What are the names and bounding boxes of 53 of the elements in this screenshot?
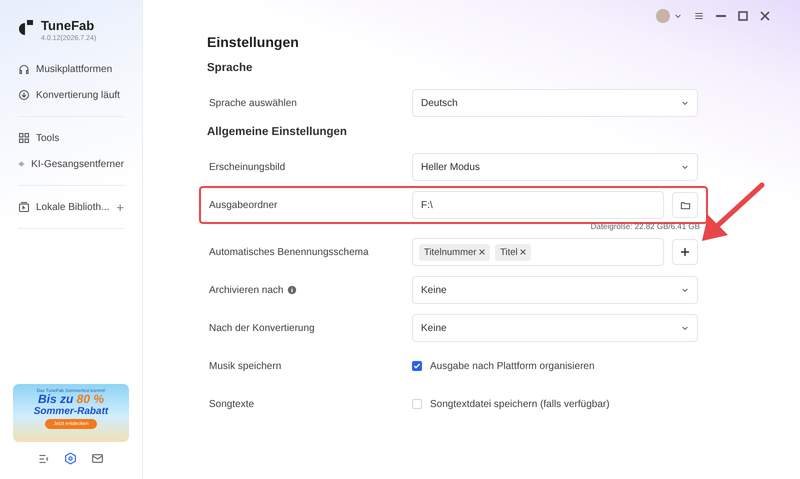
banner-headline: Bis zu 80 % <box>38 393 104 406</box>
download-icon <box>18 89 30 101</box>
mail-icon[interactable] <box>91 452 104 465</box>
section-title: Sprache <box>207 62 254 74</box>
tag-chip[interactable]: Titelnummer <box>419 244 490 260</box>
file-size-note: Dateigröße: 22.82 GB/6.41 GB <box>590 222 700 231</box>
sidebar-item[interactable]: Tools <box>18 125 124 151</box>
chevron-down-icon <box>681 286 689 294</box>
dropdown[interactable]: Heller Modus <box>412 153 698 181</box>
browse-button[interactable] <box>672 192 698 218</box>
folder-path-field[interactable]: F:\ <box>412 191 664 219</box>
setting-label: Nach der Konvertierung <box>209 322 315 334</box>
tags-field[interactable]: Titelnummer Titel <box>412 238 664 266</box>
checkbox-label: Ausgabe nach Plattform organisieren <box>430 360 595 372</box>
setting-label: Musik speichern <box>209 360 282 372</box>
chevron-down-icon <box>681 324 689 332</box>
page-title: Einstellungen <box>207 34 300 50</box>
checkbox-label: Songtextdatei speichern (falls verfügbar) <box>430 398 610 410</box>
remove-icon[interactable] <box>520 248 526 254</box>
app-name: TuneFab <box>41 18 96 33</box>
collapse-icon[interactable] <box>38 452 50 464</box>
folder-icon <box>680 200 690 210</box>
add-button[interactable]: + <box>116 200 124 214</box>
setting-label: Ausgabeordner <box>209 200 278 210</box>
banner-subheadline: Sommer-Rabatt <box>34 406 108 417</box>
setting-label: Automatisches Benennungsschema <box>209 246 369 258</box>
plus-icon <box>679 246 691 258</box>
chevron-down-icon[interactable] <box>674 12 682 20</box>
sidebar-item[interactable]: Lokale Biblioth... + <box>18 194 124 220</box>
section-title: Allgemeine Einstellungen <box>207 126 348 138</box>
dropdown[interactable]: Keine <box>412 276 698 304</box>
add-button[interactable] <box>672 239 698 265</box>
setting-label: Archivieren nach <box>209 284 284 296</box>
remove-icon[interactable] <box>479 248 486 254</box>
sidebar-item[interactable]: KI-Gesangsentferner <box>18 151 124 177</box>
sidebar-item[interactable]: Konvertierung läuft <box>18 82 124 108</box>
setting-label: Erscheinungsbild <box>209 162 286 172</box>
grid-icon <box>18 132 30 144</box>
checkbox[interactable] <box>412 361 422 371</box>
menu-icon[interactable] <box>694 11 704 21</box>
chevron-down-icon <box>681 163 689 171</box>
sidebar-item[interactable]: Musikplattformen <box>18 56 124 82</box>
tag-chip[interactable]: Titel <box>495 244 532 260</box>
maximize-icon[interactable] <box>738 11 748 21</box>
headphones-icon <box>18 63 30 75</box>
close-icon[interactable] <box>760 11 770 21</box>
library-icon <box>18 201 30 213</box>
setting-label: Songtexte <box>209 398 254 410</box>
dropdown[interactable]: Keine <box>412 314 698 342</box>
dropdown[interactable]: Deutsch <box>412 89 698 117</box>
setting-label: Sprache auswählen <box>209 98 297 108</box>
settings-icon[interactable] <box>64 452 77 465</box>
chevron-down-icon <box>681 99 689 107</box>
